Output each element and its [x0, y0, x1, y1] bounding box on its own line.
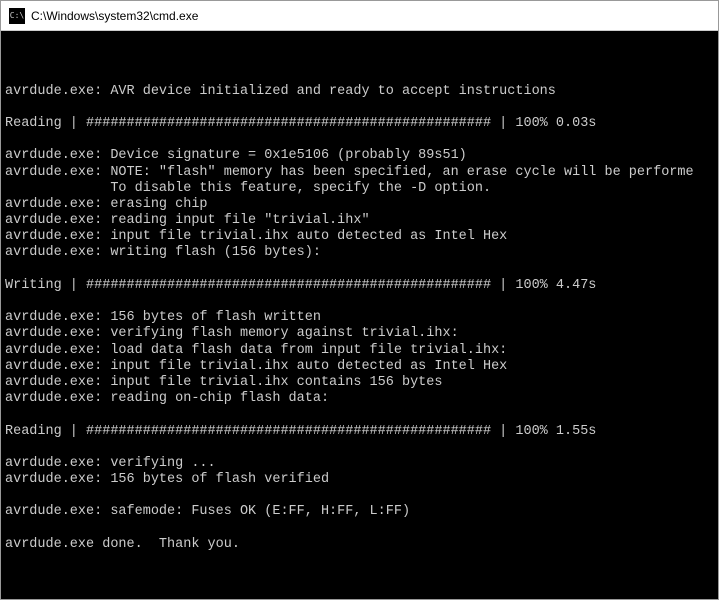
cmd-icon: C:\ — [9, 8, 25, 24]
titlebar[interactable]: C:\ C:\Windows\system32\cmd.exe — [1, 1, 718, 31]
terminal-line: avrdude.exe: AVR device initialized and … — [5, 84, 714, 100]
terminal-output[interactable]: avrdude.exe: AVR device initialized and … — [1, 31, 718, 599]
cmd-window: C:\ C:\Windows\system32\cmd.exe avrdude.… — [0, 0, 719, 600]
terminal-line: avrdude.exe: NOTE: "flash" memory has be… — [5, 165, 714, 181]
terminal-line: avrdude.exe: reading on-chip flash data: — [5, 391, 714, 407]
terminal-line: avrdude.exe: writing flash (156 bytes): — [5, 245, 714, 261]
terminal-line: avrdude.exe: verifying flash memory agai… — [5, 326, 714, 342]
terminal-line: avrdude.exe: input file trivial.ihx auto… — [5, 359, 714, 375]
terminal-line — [5, 100, 714, 116]
terminal-line: avrdude.exe: input file trivial.ihx cont… — [5, 375, 714, 391]
terminal-line: avrdude.exe: reading input file "trivial… — [5, 213, 714, 229]
terminal-line: avrdude.exe done. Thank you. — [5, 537, 714, 553]
terminal-line — [5, 67, 714, 83]
window-title: C:\Windows\system32\cmd.exe — [31, 9, 198, 23]
terminal-line: avrdude.exe: safemode: Fuses OK (E:FF, H… — [5, 504, 714, 520]
terminal-line: To disable this feature, specify the -D … — [5, 181, 714, 197]
terminal-line: Reading | ##############################… — [5, 116, 714, 132]
terminal-line: Reading | ##############################… — [5, 424, 714, 440]
terminal-line: avrdude.exe: 156 bytes of flash verified — [5, 472, 714, 488]
terminal-line — [5, 488, 714, 504]
terminal-line: avrdude.exe: verifying ... — [5, 456, 714, 472]
terminal-line — [5, 262, 714, 278]
terminal-line — [5, 407, 714, 423]
terminal-line — [5, 294, 714, 310]
terminal-line — [5, 132, 714, 148]
terminal-line: avrdude.exe: Device signature = 0x1e5106… — [5, 148, 714, 164]
terminal-line: avrdude.exe: input file trivial.ihx auto… — [5, 229, 714, 245]
terminal-line: avrdude.exe: 156 bytes of flash written — [5, 310, 714, 326]
terminal-line: Writing | ##############################… — [5, 278, 714, 294]
terminal-line: avrdude.exe: erasing chip — [5, 197, 714, 213]
terminal-line — [5, 521, 714, 537]
terminal-line: avrdude.exe: load data flash data from i… — [5, 343, 714, 359]
terminal-line — [5, 440, 714, 456]
